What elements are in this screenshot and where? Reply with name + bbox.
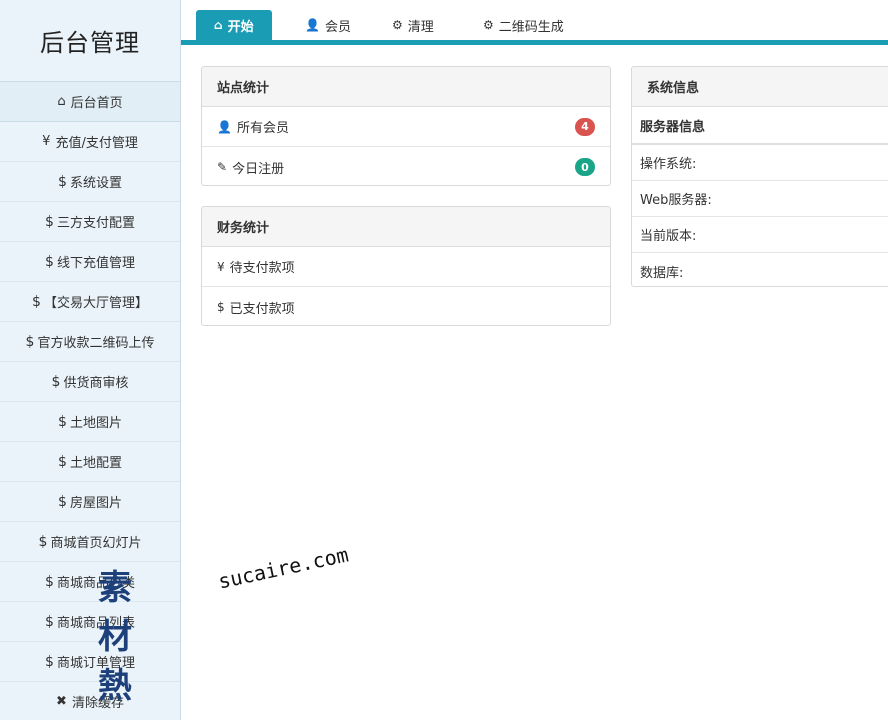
pencil-icon: ✎: [217, 160, 228, 174]
gears-icon: ⚙: [483, 18, 494, 32]
stat-label: 已支付款项: [229, 301, 295, 317]
tab-cleanup[interactable]: ⚙ 清理: [392, 10, 434, 40]
tab-start[interactable]: ⌂ 开始: [196, 10, 272, 40]
sidebar-item-label: 三方支付配置: [56, 216, 135, 231]
sidebar-item-supplier-review[interactable]: $ 供货商审核: [0, 362, 180, 402]
dollar-icon: $: [45, 253, 54, 270]
count-badge: 4: [575, 117, 595, 136]
sidebar-item-label: 后台首页: [70, 96, 123, 111]
sidebar-item-third-party-payment[interactable]: $ 三方支付配置: [0, 202, 180, 242]
site-stats-panel: 站点统计 👤 所有会员 4 ✎ 今日注册 0: [201, 66, 611, 186]
sidebar-item-label: 房屋图片: [69, 496, 122, 511]
sidebar-item-label: 商城商品分类: [56, 576, 135, 591]
info-row-version: 当前版本:: [632, 217, 888, 253]
sidebar-item-label: 清除缓存: [71, 696, 124, 711]
dollar-icon: $: [32, 293, 41, 310]
dollar-icon: $: [25, 333, 35, 350]
sidebar-nav: ⌂ 后台首页 ¥ 充值/支付管理 $ 系统设置 $ 三方支付配置 $ 线下充值管理 $ 【交…: [0, 82, 180, 720]
sidebar-item-label: 商城首页幻灯片: [50, 536, 142, 551]
sidebar-item-mall-categories[interactable]: $ 商城商品分类: [0, 562, 180, 602]
sidebar-item-label: 充值/支付管理: [55, 136, 138, 151]
home-icon: ⌂: [214, 18, 223, 32]
system-info-panel: 系统信息 服务器信息 操作系统: Web服务器: 当前版本: 数据库:: [631, 66, 888, 287]
server-info-heading: 服务器信息: [632, 107, 888, 145]
tab-label: 清理: [407, 19, 434, 35]
dollar-icon: $: [58, 493, 67, 510]
sidebar-item-mall-products[interactable]: $ 商城商品列表: [0, 602, 180, 642]
sidebar-item-qrcode-upload[interactable]: $ 官方收款二维码上传: [0, 322, 180, 362]
yen-icon: ¥: [42, 134, 51, 149]
sidebar-item-label: 土地图片: [69, 416, 122, 431]
stat-row-all-members[interactable]: 👤 所有会员 4: [202, 107, 610, 147]
tab-members[interactable]: 👤 会员: [305, 10, 351, 40]
sidebar-item-house-images[interactable]: $ 房屋图片: [0, 482, 180, 522]
dollar-icon: $: [58, 173, 67, 190]
info-row-os: 操作系统:: [632, 145, 888, 181]
sidebar-item-label: 【交易大厅管理】: [43, 296, 148, 311]
sidebar-item-label: 商城商品列表: [56, 616, 135, 631]
sidebar-item-land-images[interactable]: $ 土地图片: [0, 402, 180, 442]
sidebar-item-label: 供货商审核: [63, 376, 129, 391]
dollar-icon: $: [58, 453, 67, 470]
app-title: 后台管理: [0, 0, 180, 82]
sidebar-item-label: 系统设置: [69, 176, 122, 191]
sidebar-item-trading-hall[interactable]: $ 【交易大厅管理】: [0, 282, 180, 322]
sidebar-item-label: 线下充值管理: [56, 256, 135, 271]
dollar-icon: $: [45, 573, 54, 590]
stat-label: 所有会员: [236, 121, 289, 136]
home-icon: ⌂: [57, 94, 66, 109]
sidebar-item-home[interactable]: ⌂ 后台首页: [0, 82, 180, 122]
stat-label: 待支付款项: [229, 261, 295, 276]
stat-label: 今日注册: [232, 161, 285, 177]
dollar-icon: $: [51, 373, 61, 390]
dollar-icon: $: [45, 213, 54, 230]
sidebar-item-label: 官方收款二维码上传: [37, 336, 155, 351]
tab-label: 会员: [324, 19, 351, 35]
dollar-icon: $: [38, 533, 48, 550]
stat-row-pending-payments[interactable]: ¥ 待支付款项: [202, 247, 610, 287]
watermark-en: sucaire.com: [216, 542, 351, 594]
yen-icon: ¥: [217, 259, 225, 274]
sidebar-item-land-config[interactable]: $ 土地配置: [0, 442, 180, 482]
tab-bar-underline: [181, 40, 888, 45]
gears-icon: ⚙: [392, 18, 403, 32]
info-row-web-server: Web服务器:: [632, 181, 888, 217]
dollar-icon: $: [58, 413, 67, 430]
sidebar-item-offline-recharge[interactable]: $ 线下充值管理: [0, 242, 180, 282]
panel-title: 站点统计: [202, 67, 610, 107]
stat-row-paid-payments[interactable]: $ 已支付款项: [202, 287, 610, 325]
tab-qrcode-generate[interactable]: ⚙ 二维码生成: [483, 10, 564, 40]
dollar-icon: $: [217, 300, 225, 314]
user-icon: 👤: [305, 18, 320, 32]
panel-title: 财务统计: [202, 207, 610, 247]
info-row-database: 数据库:: [640, 265, 684, 281]
count-badge: 0: [575, 158, 595, 176]
sidebar-item-label: 商城订单管理: [56, 656, 135, 671]
stat-row-today-registrations[interactable]: ✎ 今日注册 0: [202, 147, 610, 185]
sidebar-item-mall-orders[interactable]: $ 商城订单管理: [0, 642, 180, 682]
dollar-icon: $: [45, 613, 54, 630]
close-icon: ✖: [56, 694, 67, 709]
sidebar-item-recharge-payment[interactable]: ¥ 充值/支付管理: [0, 122, 180, 162]
tab-label: 二维码生成: [498, 19, 564, 35]
finance-stats-panel: 财务统计 ¥ 待支付款项 $ 已支付款项: [201, 206, 611, 326]
panel-title: 系统信息: [632, 67, 888, 107]
sidebar: 后台管理 ⌂ 后台首页 ¥ 充值/支付管理 $ 系统设置 $ 三方支付配置 $ 线下充值管…: [0, 0, 181, 720]
sidebar-item-mall-slides[interactable]: $ 商城首页幻灯片: [0, 522, 180, 562]
user-icon: 👤: [217, 119, 232, 134]
sidebar-item-clear-cache[interactable]: ✖ 清除缓存: [0, 682, 180, 720]
dollar-icon: $: [45, 653, 54, 670]
sidebar-item-label: 土地配置: [69, 456, 122, 471]
tab-label: 开始: [227, 19, 254, 35]
sidebar-item-system-settings[interactable]: $ 系统设置: [0, 162, 180, 202]
